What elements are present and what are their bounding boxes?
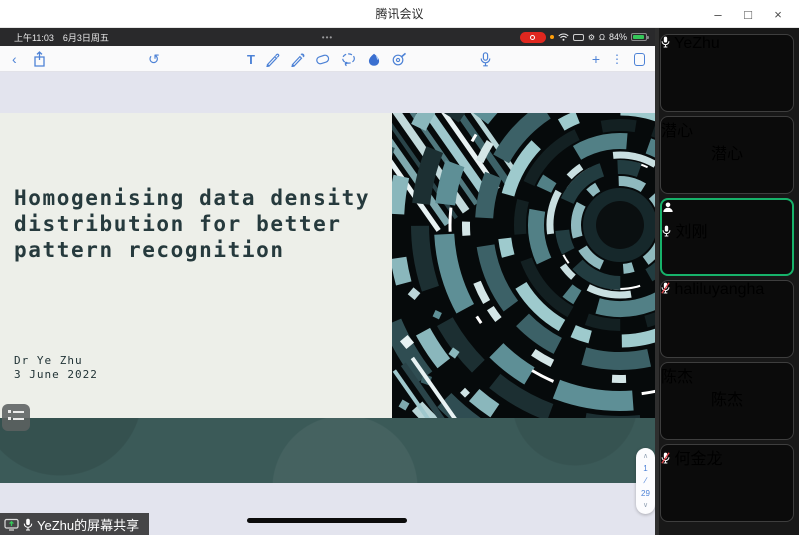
page-total: 29	[641, 490, 650, 498]
participants-sidebar: YeZhu 潜心 潜心	[655, 28, 799, 535]
avatar-initials: 陈杰	[711, 386, 743, 410]
slide-artwork	[392, 113, 655, 418]
participant-tile-yezhu[interactable]: YeZhu	[660, 34, 794, 112]
keyboard-icon	[573, 34, 584, 41]
pen-tool-button[interactable]	[265, 52, 280, 67]
screen-share-icon	[4, 518, 19, 531]
participant-tile-haliluyangha[interactable]: haliluyangha	[660, 280, 794, 358]
avatar-initials: 潜心	[711, 140, 743, 164]
slide-title: Homogenising data density distribution f…	[14, 185, 370, 263]
toolbar-tools-group: T	[247, 46, 408, 72]
battery-icon	[631, 33, 647, 41]
avatar	[700, 208, 754, 262]
participant-tile-qianxin[interactable]: 潜心 潜心	[660, 116, 794, 194]
participant-name: 陈杰	[661, 369, 693, 386]
window-title: 腾讯会议	[375, 5, 423, 22]
mic-in-use-dot-icon	[550, 35, 554, 39]
participant-tile-hejinlong[interactable]: 何金龙	[660, 444, 794, 522]
ink-tool-button[interactable]	[367, 52, 382, 67]
ipad-home-indicator[interactable]	[247, 518, 407, 523]
page-current: 1	[643, 465, 647, 473]
screen-share-banner: YeZhu的屏幕共享	[0, 513, 149, 535]
screen-share-view: 上午11:03 6月3日周五 ••• ⚙ Ω 84%	[0, 28, 655, 535]
gear-icon: ⚙	[588, 33, 595, 42]
ipad-statusbar: 上午11:03 6月3日周五 ••• ⚙ Ω 84%	[0, 28, 655, 46]
eraser-tool-button[interactable]	[315, 52, 331, 66]
participant-tile-liugang[interactable]: 刘刚	[660, 198, 794, 276]
window-titlebar: 腾讯会议 – □ ×	[0, 0, 799, 28]
slide-page-2-top	[0, 418, 655, 483]
share-button[interactable]	[33, 51, 46, 67]
battery-percent: 84%	[609, 32, 627, 42]
page-navigator-button[interactable]	[2, 404, 30, 431]
undo-button[interactable]: ↺	[148, 52, 160, 66]
mic-muted-icon	[661, 452, 670, 464]
more-options-button[interactable]: ⋮	[611, 53, 623, 65]
tencent-meeting-window: 腾讯会议 – □ × 上午11:03 6月3日周五 •••	[0, 0, 799, 535]
pages-button[interactable]	[634, 53, 645, 66]
mic-on-icon	[661, 36, 670, 48]
record-audio-button[interactable]	[480, 52, 491, 67]
screen-record-icon	[520, 32, 546, 43]
page-indicator[interactable]: ∧ 1 / 29 ∨	[636, 448, 655, 514]
list-icon	[8, 410, 30, 420]
slide-text-panel: Homogenising data density distribution f…	[0, 113, 392, 418]
participant-name: 潜心	[661, 123, 693, 140]
highlighter-tool-button[interactable]	[290, 52, 305, 67]
close-button[interactable]: ×	[763, 7, 793, 22]
undo-group: ↺	[148, 46, 160, 72]
avatar	[700, 289, 754, 343]
back-button[interactable]: ‹	[12, 52, 17, 66]
share-banner-label: YeZhu的屏幕共享	[37, 515, 139, 534]
avatar: 潜心	[700, 125, 754, 179]
abstract-circular-art	[392, 113, 655, 418]
tape-tool-button[interactable]	[392, 52, 408, 67]
mic-icon	[23, 518, 33, 531]
mic-on-icon	[662, 225, 671, 237]
lasso-tool-button[interactable]	[341, 52, 357, 67]
page-down-icon[interactable]: ∨	[643, 502, 648, 509]
sidebar-scrollbar[interactable]	[655, 28, 659, 535]
add-page-button[interactable]: +	[592, 52, 600, 66]
slide-page-1: Homogenising data density distribution f…	[0, 113, 655, 418]
toolbar-left-group: ‹	[12, 46, 46, 72]
window-controls: – □ ×	[703, 0, 793, 28]
headphones-icon: Ω	[599, 33, 605, 42]
person-icon	[662, 201, 674, 213]
participant-tile-chenjie[interactable]: 陈杰 陈杰	[660, 362, 794, 440]
notes-toolbar: ‹ ↺ T	[0, 46, 655, 72]
toolbar-right-group: + ⋮	[592, 46, 645, 72]
maximize-button[interactable]: □	[733, 7, 763, 22]
wifi-icon	[558, 33, 569, 41]
text-tool-button[interactable]: T	[247, 52, 255, 67]
note-canvas[interactable]: Homogenising data density distribution f…	[0, 72, 655, 535]
mic-muted-icon	[661, 282, 670, 294]
statusbar-right: ⚙ Ω 84%	[520, 28, 647, 46]
slide-date: 3 June 2022	[14, 368, 98, 381]
page-separator: /	[643, 477, 648, 485]
avatar	[700, 453, 754, 507]
page-up-icon[interactable]: ∧	[643, 453, 648, 460]
minimize-button[interactable]: –	[703, 7, 733, 22]
avatar	[700, 43, 754, 97]
slide-author: Dr Ye Zhu	[14, 354, 83, 367]
slide-byline: Dr Ye Zhu 3 June 2022	[14, 354, 98, 382]
avatar: 陈杰	[700, 371, 754, 425]
toolbar-mic-group	[480, 46, 491, 72]
